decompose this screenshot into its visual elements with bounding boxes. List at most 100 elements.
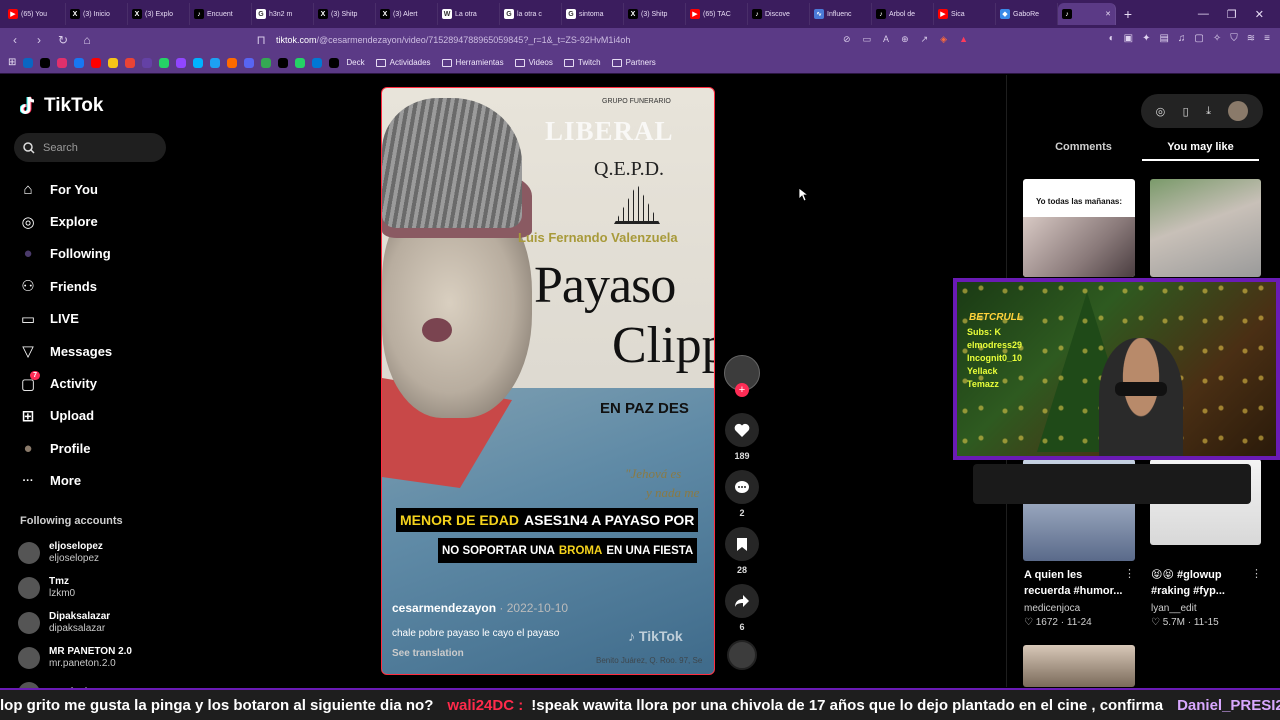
puzzle-icon[interactable]: ✧	[1213, 33, 1221, 44]
follow-plus-button[interactable]: +	[735, 383, 749, 397]
browser-tab[interactable]: W La otra	[438, 3, 500, 25]
sidebar-item-profile[interactable]: ● Profile	[18, 432, 112, 464]
sidebar-item-upload[interactable]: ⊞ Upload	[18, 400, 112, 432]
sidebar-item-explore[interactable]: ◎ Explore	[18, 205, 112, 237]
bookmark-folder[interactable]: Actividades	[375, 58, 431, 67]
extension-icon[interactable]: ✦	[1142, 33, 1150, 44]
bookmark-icon[interactable]	[23, 57, 34, 68]
browser-tab[interactable]: ∿ Influenc	[810, 3, 872, 25]
bookmark-icon[interactable]	[244, 57, 255, 68]
extension-icon[interactable]: ▣	[1124, 33, 1133, 44]
card-author[interactable]: medicenjoca	[1024, 603, 1080, 614]
more-options-icon[interactable]: ⋮	[1124, 567, 1135, 580]
bookmark-icon[interactable]	[108, 57, 119, 68]
picture-in-picture-icon[interactable]: ▭	[863, 34, 872, 45]
sidebar-item-activity[interactable]: ▢ 7 Activity	[18, 367, 112, 399]
see-translation-link[interactable]: See translation	[392, 648, 464, 659]
video-player[interactable]: GRUPO FUNERARIO LIBERAL Q.E.P.D. Luis Fe…	[381, 87, 715, 675]
card-title[interactable]: A quien les recuerda #humor...	[1024, 567, 1124, 599]
browser-tab[interactable]: Gh3n2 m	[252, 3, 314, 25]
more-options-icon[interactable]: ⋮	[1251, 567, 1262, 580]
share-button[interactable]	[725, 584, 759, 618]
bookmark-icon[interactable]	[210, 57, 221, 68]
bookmark-icon[interactable]	[91, 57, 102, 68]
apps-icon[interactable]: ⊞	[8, 57, 16, 68]
notifications-off-icon[interactable]: ⊘	[843, 34, 851, 45]
search-input[interactable]: Search	[14, 133, 166, 162]
coins-icon[interactable]: ◎	[1156, 105, 1166, 118]
recommended-thumbnail[interactable]	[1150, 179, 1261, 277]
sidebar-item-for-you[interactable]: ⌂ For You	[18, 173, 112, 205]
browser-tab[interactable]: X (3) Alert	[376, 3, 438, 25]
bookmark-icon[interactable]	[295, 57, 306, 68]
share-icon[interactable]: ↗	[921, 34, 929, 45]
video-author-name[interactable]: cesarmendezayon	[392, 601, 496, 615]
recommended-thumbnail[interactable]	[1023, 645, 1135, 687]
like-button[interactable]	[725, 413, 759, 447]
browser-tab[interactable]: ▶ Sica	[934, 3, 996, 25]
browser-tab[interactable]: ♪ ✕	[1058, 3, 1116, 25]
recommended-thumbnail[interactable]: Yo todas las mañanas:	[1023, 179, 1135, 277]
forward-icon[interactable]: ›	[32, 33, 46, 47]
card-title[interactable]: 😝😝 #glowup #raking #fyp...	[1151, 567, 1251, 599]
close-window-icon[interactable]: ✕	[1255, 8, 1264, 21]
bookmark-icon[interactable]	[193, 57, 204, 68]
extension-icon[interactable]: ≋	[1247, 33, 1255, 44]
bookmark-folder[interactable]: Partners	[611, 58, 656, 67]
bookmark-icon[interactable]	[57, 57, 68, 68]
following-account[interactable]: Dipaksalazar dipaksalazar	[18, 605, 132, 640]
tiktok-logo[interactable]: TikTok	[19, 95, 103, 117]
following-account[interactable]: eljoselopez eljoselopez	[18, 535, 132, 570]
browser-tab[interactable]: ▶ (65) You	[4, 3, 66, 25]
browser-tab[interactable]: ◆ GaboRe	[996, 3, 1058, 25]
zoom-icon[interactable]: ⊕	[901, 34, 909, 45]
download-icon[interactable]: ⤓	[1206, 105, 1211, 118]
bookmark-icon[interactable]	[329, 57, 340, 68]
bookmark-deck[interactable]: Deck	[346, 58, 364, 67]
brave-rewards-icon[interactable]: ▲	[959, 34, 968, 45]
bookmark-icon[interactable]	[176, 57, 187, 68]
translate-icon[interactable]: A	[883, 34, 889, 45]
brave-shield-icon[interactable]: ◈	[940, 34, 947, 45]
sidebar-item-live[interactable]: ▭ LIVE	[18, 303, 112, 335]
bookmark-folder[interactable]: Herramientas	[441, 58, 504, 67]
minimize-icon[interactable]: —	[1198, 8, 1209, 21]
browser-tab[interactable]: ♪ Encuent	[190, 3, 252, 25]
user-avatar[interactable]	[1228, 101, 1249, 121]
wallet-icon[interactable]: ▢	[1194, 33, 1203, 44]
bookmark-icon[interactable]	[142, 57, 153, 68]
following-account[interactable]: MR PANETON 2.0 mr.paneton.2.0	[18, 640, 132, 675]
bookmark-icon[interactable]	[261, 57, 272, 68]
sidebar-item-friends[interactable]: ⚇ Friends	[18, 270, 112, 302]
extension-icon[interactable]: ▤	[1159, 33, 1168, 44]
home-icon[interactable]: ⌂	[80, 33, 94, 47]
new-tab-button[interactable]: +	[1116, 6, 1140, 22]
menu-icon[interactable]: ≡	[1264, 33, 1270, 44]
sidebar-item-messages[interactable]: ▽ Messages	[18, 335, 112, 367]
sidebar-item-following[interactable]: ● Following	[18, 238, 112, 270]
bookmark-icon[interactable]	[227, 57, 238, 68]
restore-icon[interactable]: ❐	[1227, 8, 1237, 21]
bookmark-icon[interactable]	[74, 57, 85, 68]
card-author[interactable]: lyan__edit	[1151, 603, 1197, 614]
browser-tab[interactable]: ♪ Discove	[748, 3, 810, 25]
music-icon[interactable]: ♫	[1178, 33, 1186, 44]
save-button[interactable]	[725, 527, 759, 561]
browser-tab[interactable]: X (3) Shitp	[624, 3, 686, 25]
following-account[interactable]: Tmz lzkm0	[18, 570, 132, 605]
bookmark-icon[interactable]	[125, 57, 136, 68]
reload-icon[interactable]: ↻	[56, 33, 70, 47]
browser-tab[interactable]: ♪ Arbol de	[872, 3, 934, 25]
bookmark-folder[interactable]: Videos	[514, 58, 553, 67]
tab-you-may-like[interactable]: You may like	[1142, 137, 1259, 161]
vpn-icon[interactable]: ⛉	[1230, 33, 1238, 44]
browser-tab[interactable]: Gla otra c	[500, 3, 562, 25]
comment-button[interactable]	[725, 470, 759, 504]
bookmark-icon[interactable]	[159, 57, 170, 68]
music-disc-icon[interactable]	[727, 640, 757, 670]
close-tab-icon[interactable]: ✕	[1105, 10, 1111, 18]
bookmark-icon[interactable]	[312, 57, 323, 68]
browser-tab[interactable]: X (3) Shitp	[314, 3, 376, 25]
extension-icon[interactable]: ◐	[1109, 33, 1115, 44]
browser-tab[interactable]: X (3) Inicio	[66, 3, 128, 25]
